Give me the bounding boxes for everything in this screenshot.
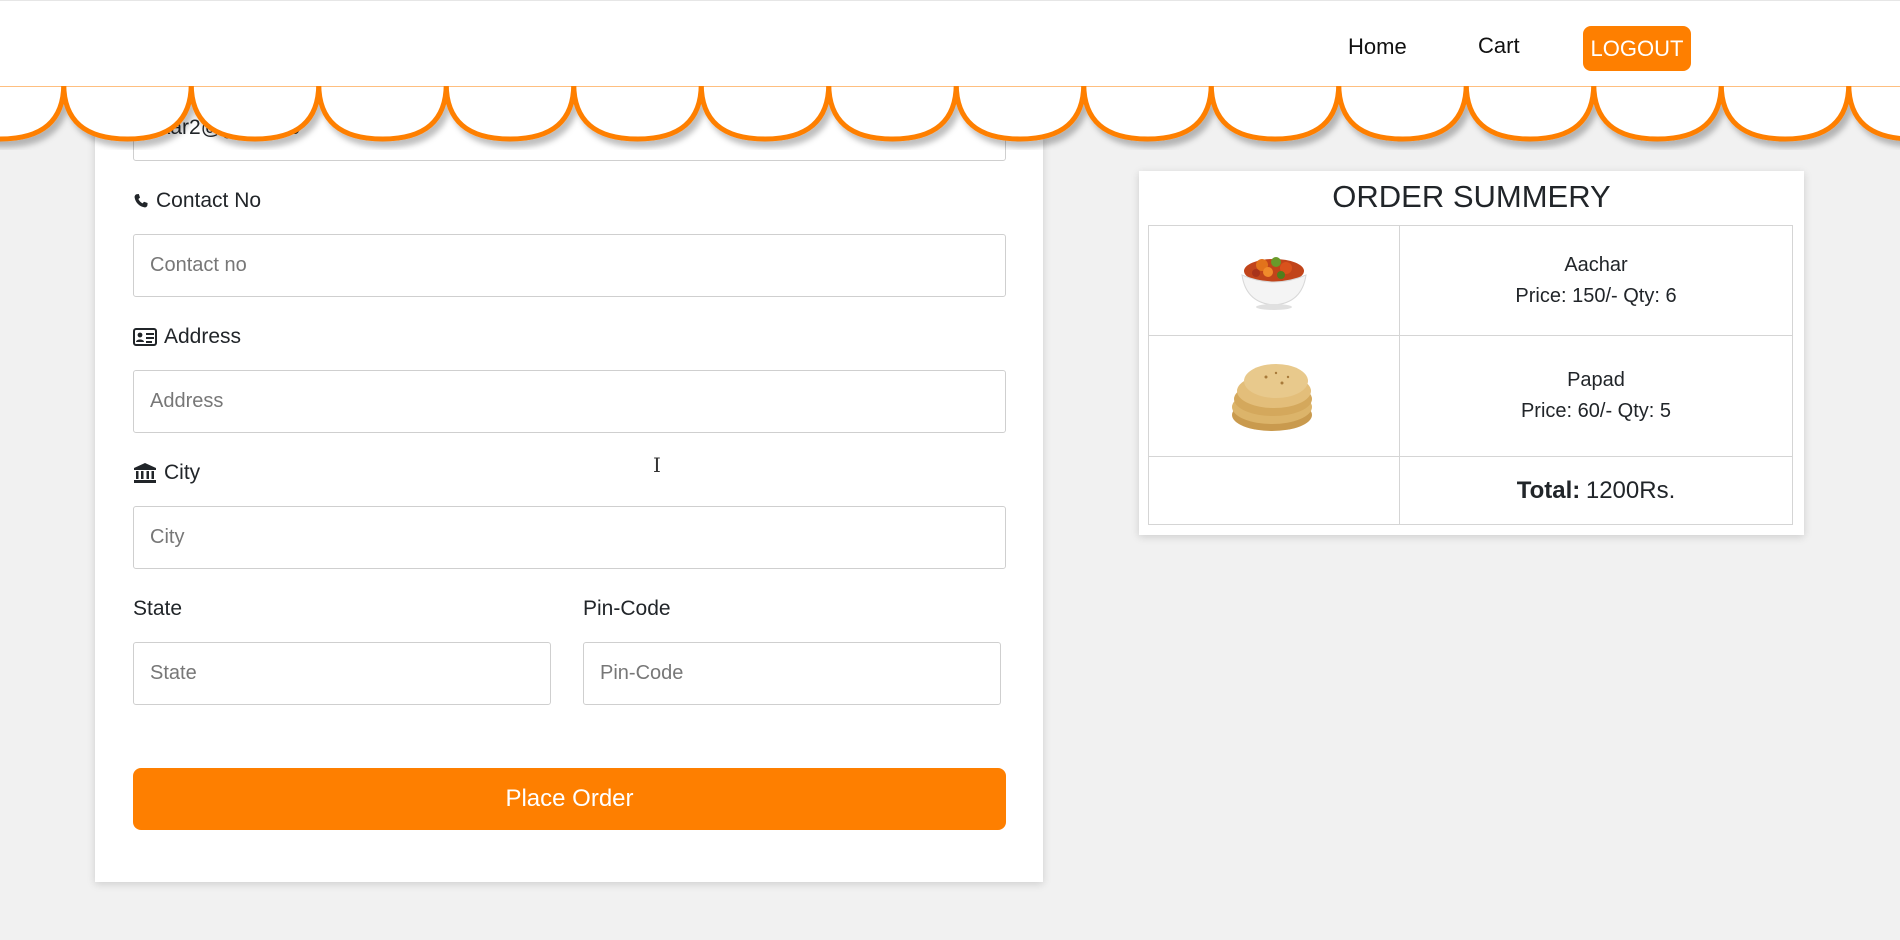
contact-label-text: Contact No xyxy=(156,189,262,212)
item-name: Papad xyxy=(1567,369,1625,391)
contact-input[interactable] xyxy=(133,234,1006,297)
empty-cell xyxy=(1148,456,1400,525)
state-label: State xyxy=(133,597,182,621)
total-value: 1200Rs. xyxy=(1585,476,1676,504)
state-input[interactable] xyxy=(133,642,551,705)
pincode-input[interactable] xyxy=(583,642,1001,705)
id-card-icon xyxy=(133,328,157,346)
city-input[interactable] xyxy=(133,506,1006,569)
nav-cart-link[interactable]: Cart xyxy=(1478,33,1520,59)
item-image-cell xyxy=(1148,335,1400,457)
address-label: Address xyxy=(133,325,241,349)
table-row: Total: 1200Rs. xyxy=(1148,456,1793,525)
checkout-form-card: jakkar2@gmail.co Contact No Address xyxy=(95,84,1043,882)
bank-icon xyxy=(133,463,157,483)
item-price-qty: Price: 60/- Qty: 5 xyxy=(1520,400,1672,422)
address-label-text: Address xyxy=(164,325,242,348)
state-label-text: State xyxy=(133,597,183,620)
pincode-label: Pin-Code xyxy=(583,597,671,621)
table-row: Papad Price: 60/- Qty: 5 xyxy=(1148,335,1793,457)
pincode-label-text: Pin-Code xyxy=(583,597,671,620)
logout-button[interactable]: LOGOUT xyxy=(1583,26,1691,71)
order-summary-title: ORDER SUMMERY xyxy=(1332,179,1611,214)
item-image-cell xyxy=(1148,225,1400,336)
phone-icon xyxy=(133,193,149,209)
address-input[interactable] xyxy=(133,370,1006,433)
item-price-qty: Price: 150/- Qty: 6 xyxy=(1515,284,1677,307)
order-summary-table: Aachar Price: 150/- Qty: 6 Papad Price: … xyxy=(1148,225,1793,525)
email-field-value: jakkar2@gmail.co xyxy=(133,116,301,139)
item-details-cell: Papad Price: 60/- Qty: 5 xyxy=(1399,335,1793,457)
papad-stack-image xyxy=(1226,364,1322,442)
total-cell: Total: 1200Rs. xyxy=(1399,456,1793,525)
place-order-button[interactable]: Place Order xyxy=(133,768,1006,830)
item-name: Aachar xyxy=(1564,253,1628,276)
total-label: Total: xyxy=(1516,476,1581,504)
pickle-bowl-image xyxy=(1234,256,1314,316)
city-label: City xyxy=(133,461,200,485)
text-cursor-icon: I xyxy=(653,453,661,477)
contact-label: Contact No xyxy=(133,189,261,213)
top-navbar: Home Cart LOGOUT xyxy=(0,0,1900,85)
nav-home-link[interactable]: Home xyxy=(1348,34,1407,60)
item-details-cell: Aachar Price: 150/- Qty: 6 xyxy=(1399,225,1793,336)
table-row: Aachar Price: 150/- Qty: 6 xyxy=(1148,225,1793,336)
order-summary-card: ORDER SUMMERY Aachar Price: 150/- Qty: 6… xyxy=(1139,171,1804,535)
city-label-text: City xyxy=(164,461,201,484)
